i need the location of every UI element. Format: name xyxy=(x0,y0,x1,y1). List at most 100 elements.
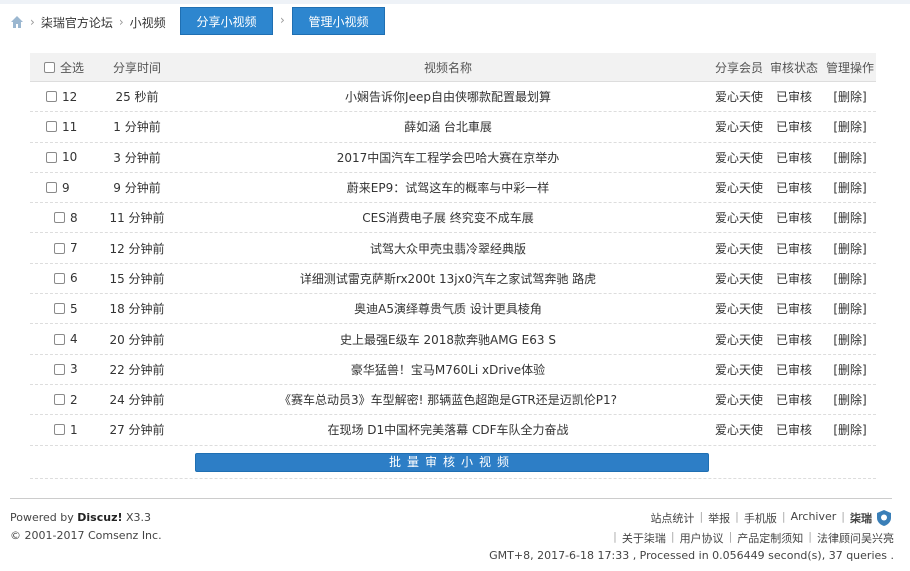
row-checkbox[interactable] xyxy=(46,91,57,103)
row-delete-link[interactable]: [删除] xyxy=(824,270,876,287)
row-video-name[interactable]: 小娴告诉你Jeep自由侠哪款配置最划算 xyxy=(182,88,714,105)
row-member[interactable]: 爱心天使 xyxy=(714,300,764,317)
row-delete-link[interactable]: [删除] xyxy=(824,331,876,348)
row-select-cell[interactable]: 12 xyxy=(30,90,92,104)
row-member[interactable]: 爱心天使 xyxy=(714,88,764,105)
row-time: 1 分钟前 xyxy=(113,120,161,135)
footer-link-stats[interactable]: 站点统计 xyxy=(650,510,694,526)
row-checkbox[interactable] xyxy=(54,272,65,284)
row-select-cell[interactable]: 10 xyxy=(30,150,92,164)
row-delete-link[interactable]: [删除] xyxy=(824,179,876,196)
row-video-name[interactable]: 蔚来EP9：试驾这车的概率与中彩一样 xyxy=(182,179,714,196)
breadcrumb-separator: › xyxy=(30,15,35,29)
footer-links-bottom: | 关于柒瑞 | 用户协议 | 产品定制须知 | 法律顾问吴兴亮 xyxy=(613,530,894,546)
row-time: 18 分钟前 xyxy=(109,302,165,317)
footer-link-agreement[interactable]: 用户协议 xyxy=(680,530,724,546)
row-member[interactable]: 爱心天使 xyxy=(714,149,764,166)
row-status: 已审核 xyxy=(775,241,812,256)
row-checkbox[interactable] xyxy=(46,151,57,163)
row-video-name[interactable]: 在现场 D1中国杯完美落幕 CDF车队全力奋战 xyxy=(182,421,714,438)
row-member[interactable]: 爱心天使 xyxy=(714,179,764,196)
header-name: 视频名称 xyxy=(423,60,472,75)
footer-link-site[interactable]: 柒瑞 xyxy=(850,510,872,526)
row-checkbox[interactable] xyxy=(54,363,65,375)
header-ops: 管理操作 xyxy=(825,60,874,75)
select-all-checkbox[interactable] xyxy=(44,61,55,73)
row-video-name[interactable]: 薛如涵 台北車展 xyxy=(182,118,714,135)
row-video-name[interactable]: 豪华猛兽！宝马M760Li xDrive体验 xyxy=(182,361,714,378)
row-select-cell[interactable]: 9 xyxy=(30,181,92,195)
row-member[interactable]: 爱心天使 xyxy=(714,270,764,287)
row-time: 24 分钟前 xyxy=(109,393,165,408)
header-member: 分享会员 xyxy=(714,60,763,75)
row-video-name[interactable]: 试驾大众甲壳虫翡冷翠经典版 xyxy=(182,240,714,257)
row-select-cell[interactable]: 3 xyxy=(30,362,92,376)
row-checkbox[interactable] xyxy=(46,121,57,133)
footer-link-legal[interactable]: 法律顾问吴兴亮 xyxy=(817,530,894,546)
row-checkbox[interactable] xyxy=(54,394,65,406)
row-delete-link[interactable]: [删除] xyxy=(824,209,876,226)
row-time: 11 分钟前 xyxy=(109,211,165,226)
tab-manage-video[interactable]: 管理小视频 xyxy=(292,7,385,35)
tab-share-video[interactable]: 分享小视频 xyxy=(180,7,273,35)
row-select-cell[interactable]: 8 xyxy=(30,211,92,225)
tab-separator: › xyxy=(280,13,285,27)
row-member[interactable]: 爱心天使 xyxy=(714,391,764,408)
footer-link-about[interactable]: 关于柒瑞 xyxy=(622,530,666,546)
table-row: 8 11 分钟前 CES消费电子展 终究变不成车展 爱心天使 已审核 [删除] xyxy=(30,203,876,234)
footer-link-report[interactable]: 举报 xyxy=(708,510,730,526)
breadcrumb-forum-link[interactable]: 柒瑞官方论坛 xyxy=(41,14,113,31)
home-icon[interactable] xyxy=(10,15,24,29)
row-delete-link[interactable]: [删除] xyxy=(824,421,876,438)
row-video-name[interactable]: 详细测试雷克萨斯rx200t 13jx0汽车之家试驾奔驰 路虎 xyxy=(182,270,714,287)
row-select-cell[interactable]: 5 xyxy=(30,302,92,316)
row-checkbox[interactable] xyxy=(46,182,57,194)
row-delete-link[interactable]: [删除] xyxy=(824,240,876,257)
batch-approve-button[interactable]: 批量审核小视频 xyxy=(195,453,709,472)
row-member[interactable]: 爱心天使 xyxy=(714,118,764,135)
table-row: 4 20 分钟前 史上最强E级车 2018款奔驰AMG E63 S 爱心天使 已审核 [删… xyxy=(30,324,876,355)
row-checkbox[interactable] xyxy=(54,333,65,345)
row-checkbox[interactable] xyxy=(54,242,65,254)
breadcrumb-section-link[interactable]: 小视频 xyxy=(130,14,166,31)
row-video-name[interactable]: 2017中国汽车工程学会巴哈大赛在京举办 xyxy=(182,149,714,166)
row-video-name[interactable]: CES消费电子展 终究变不成车展 xyxy=(182,209,714,226)
row-select-cell[interactable]: 1 xyxy=(30,423,92,437)
row-delete-link[interactable]: [删除] xyxy=(824,118,876,135)
powered-prefix: Powered by xyxy=(10,511,78,524)
row-status: 已审核 xyxy=(775,423,812,438)
row-member[interactable]: 爱心天使 xyxy=(714,240,764,257)
row-select-cell[interactable]: 11 xyxy=(30,120,92,134)
row-member[interactable]: 爱心天使 xyxy=(714,421,764,438)
row-select-cell[interactable]: 7 xyxy=(30,241,92,255)
row-delete-link[interactable]: [删除] xyxy=(824,391,876,408)
footer-link-customization[interactable]: 产品定制须知 xyxy=(737,530,803,546)
row-delete-link[interactable]: [删除] xyxy=(824,149,876,166)
row-checkbox[interactable] xyxy=(54,303,65,315)
row-member[interactable]: 爱心天使 xyxy=(714,209,764,226)
breadcrumb: › 柒瑞官方论坛 › 小视频 xyxy=(10,10,166,34)
row-time: 25 秒前 xyxy=(115,90,159,105)
row-video-name[interactable]: 史上最强E级车 2018款奔驰AMG E63 S xyxy=(182,331,714,348)
row-delete-link[interactable]: [删除] xyxy=(824,88,876,105)
discuz-link[interactable]: Discuz! xyxy=(77,511,122,524)
video-table: 全选 分享时间 视频名称 分享会员 审核状态 管理操作 12 25 秒前 小娴告诉你… xyxy=(30,53,876,446)
row-select-cell[interactable]: 4 xyxy=(30,332,92,346)
select-all-cell[interactable]: 全选 xyxy=(30,59,92,76)
row-member[interactable]: 爱心天使 xyxy=(714,331,764,348)
row-video-name[interactable]: 《赛车总动员3》车型解密! 那辆蓝色超跑是GTR还是迈凯伦P1? xyxy=(182,391,714,408)
row-select-cell[interactable]: 2 xyxy=(30,393,92,407)
row-select-cell[interactable]: 6 xyxy=(30,271,92,285)
row-delete-link[interactable]: [删除] xyxy=(824,300,876,317)
footer-link-mobile[interactable]: 手机版 xyxy=(744,510,777,526)
row-video-name[interactable]: 奥迪A5演绎尊贵气质 设计更具棱角 xyxy=(182,300,714,317)
row-checkbox[interactable] xyxy=(54,212,65,224)
row-id: 4 xyxy=(70,332,78,347)
footer-link-archiver[interactable]: Archiver xyxy=(791,510,837,526)
breadcrumb-separator: › xyxy=(118,15,124,29)
row-member[interactable]: 爱心天使 xyxy=(714,361,764,378)
row-delete-link[interactable]: [删除] xyxy=(824,361,876,378)
row-status: 已审核 xyxy=(775,362,812,377)
row-checkbox[interactable] xyxy=(54,424,65,436)
header-time: 分享时间 xyxy=(112,60,161,75)
